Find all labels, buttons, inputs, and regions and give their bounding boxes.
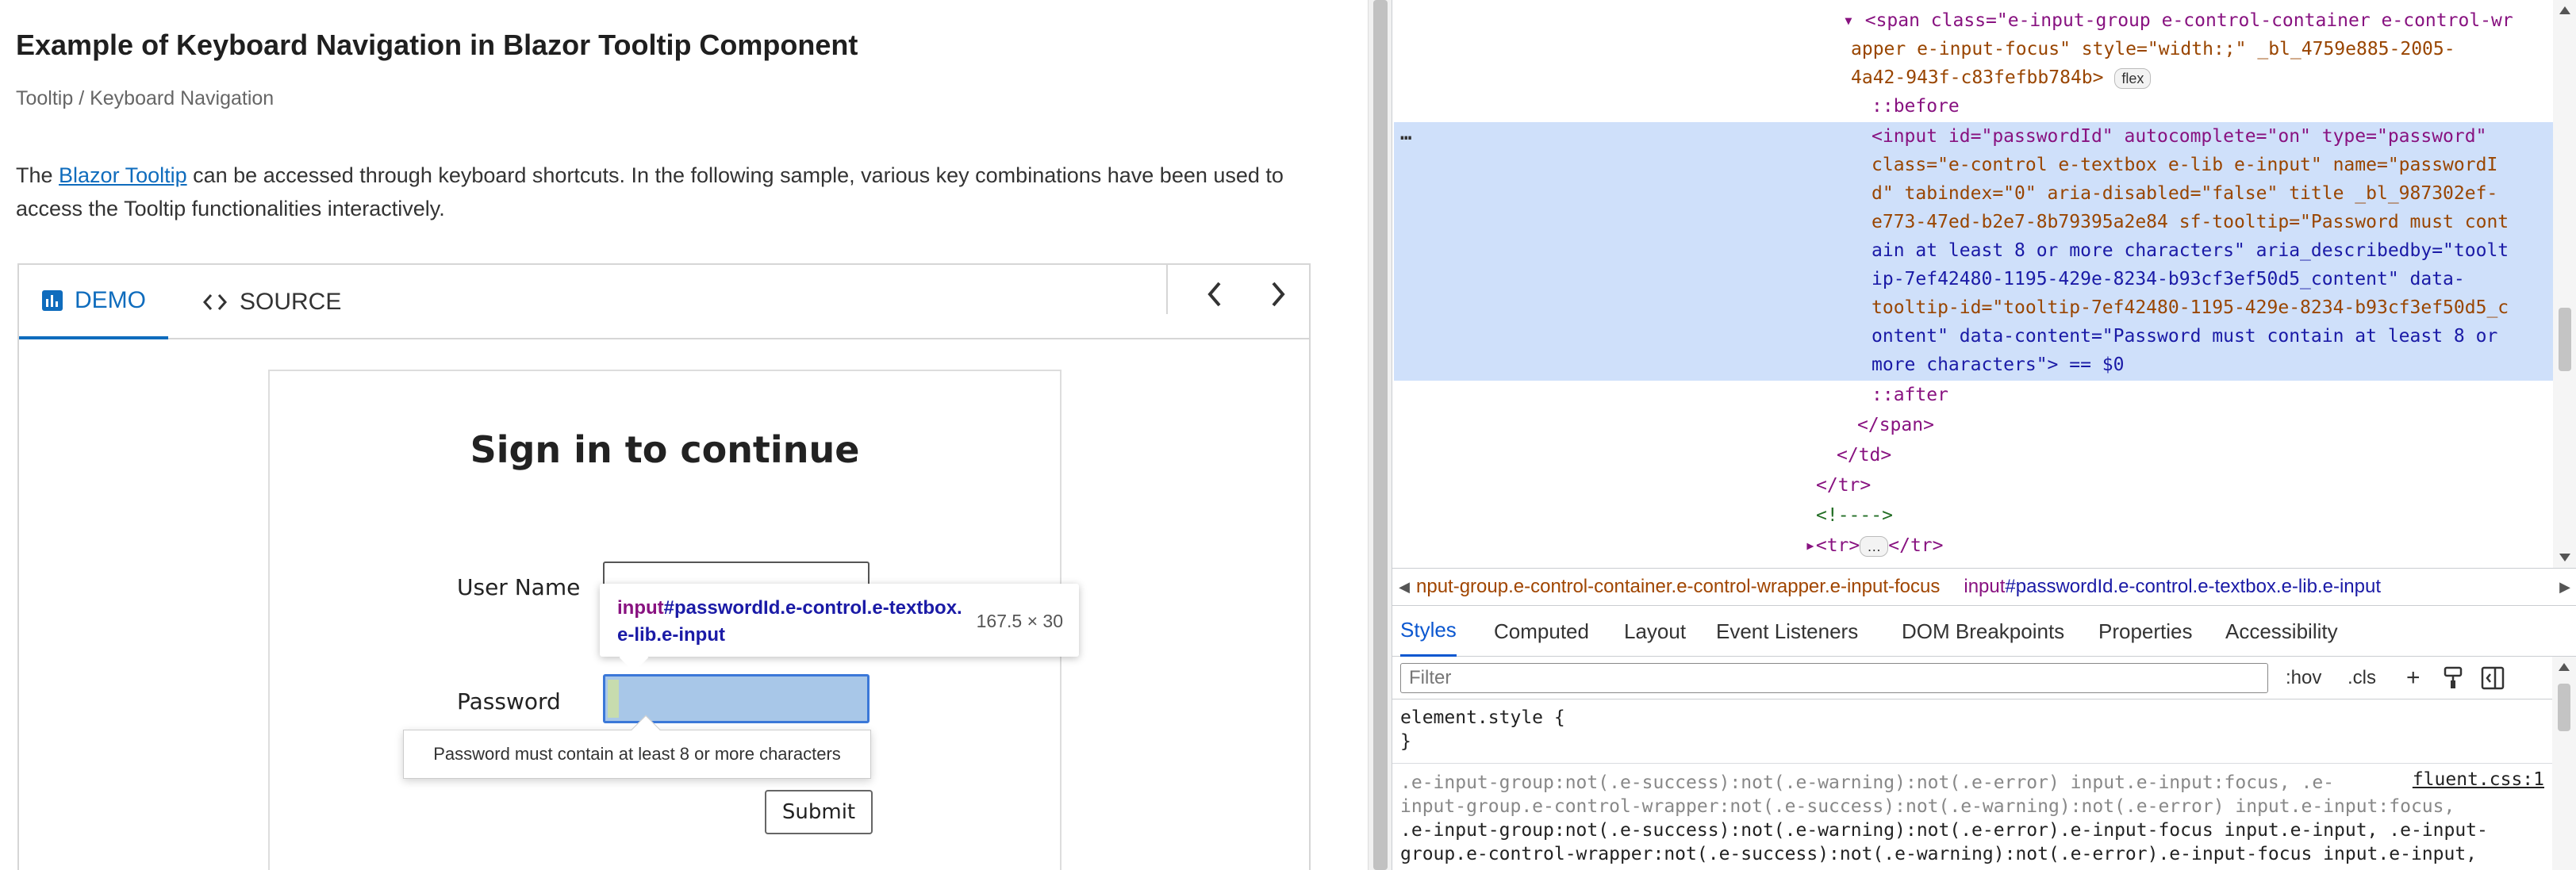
code-icon [202,291,228,313]
demo-tabbar: DEMO SOURCE [19,265,1309,339]
tab-layout[interactable]: Layout [1624,606,1686,657]
new-rule-button[interactable]: + [2406,663,2421,693]
scroll-down-icon[interactable] [2559,554,2570,561]
dom-line-span-open[interactable]: ▾ <span class="e-input-group e-control-c… [1843,6,2513,35]
password-field[interactable] [603,674,870,723]
styles-pane: element.style { } .e-input-group:not(.e-… [1392,699,2576,870]
tab-accessibility[interactable]: Accessibility [2225,606,2338,657]
chevron-left-icon[interactable] [1195,274,1234,314]
dom-line-before[interactable]: ::before [1872,92,1960,121]
submit-button[interactable]: Submit [765,790,873,834]
dom-line-input-9: more characters"> == $0 [1872,355,2125,375]
rule-selector-line-4: group.e-control-wrapper:not(.e-success):… [1400,844,2478,864]
dom-line-span-close[interactable]: </span> [1857,411,1934,439]
page-description: The Blazor Tooltip can be accessed throu… [16,159,1317,225]
inspect-selector: input#passwordId.e-control.e-textbox.e-l… [617,595,966,649]
dom-line-input-7: tooltip-id="tooltip-7ef42480-1195-429e-8… [1872,297,2509,318]
input-padding-highlight [608,680,619,718]
styles-scroll-up-icon[interactable] [2559,663,2570,671]
chevron-right-icon[interactable] [1258,274,1298,314]
breadcrumb: Tooltip / Keyboard Navigation [16,87,274,109]
chart-icon [41,289,63,312]
dom-line-span-cont2: 4a42-943f-c83fefbb784b> flex [1851,63,2152,92]
desc-text-before: The [16,163,60,187]
dom-line-tr-close[interactable]: </tr> [1816,471,1871,500]
password-label: Password [457,688,561,715]
inspect-classes: #passwordId.e-control.e-textbox.e-lib.e-… [617,597,962,646]
breadcrumb-right-icon[interactable]: ▶ [2553,579,2576,596]
styles-toolbar: Filter :hov .cls + [1392,657,2576,699]
breadcrumb-item-input[interactable]: input#passwordId.e-control.e-textbox.e-l… [1964,576,2381,598]
dom-line-input-3: d" tabindex="0" aria-disabled="false" ti… [1872,183,2498,204]
toggle-sidebar-icon[interactable] [2481,666,2505,699]
demo-panel: DEMO SOURCE Sign in to continue User Nam… [17,263,1311,870]
hov-toggle[interactable]: :hov [2286,663,2321,693]
dom-line-input-6: ip-7ef42480-1195-429e-8234-b93cf3ef50d5_… [1872,269,2465,289]
tab-computed[interactable]: Computed [1494,606,1589,657]
tab-demo-label: DEMO [75,287,146,313]
devtools-panel: … ▾ <span class="e-input-group e-control… [1392,0,2576,870]
cls-toggle[interactable]: .cls [2348,663,2376,693]
styles-scrollbar[interactable] [2552,657,2576,870]
tab-demo[interactable]: DEMO [19,265,168,339]
element-style-close: } [1400,731,1411,752]
inspect-element-tooltip: input#passwordId.e-control.e-textbox.e-l… [600,584,1079,673]
flex-badge[interactable]: flex [2114,68,2152,89]
tooltip-text: Password must contain at least 8 or more… [433,744,841,764]
node-menu-button[interactable]: … [1400,122,1411,144]
styles-tabbar: Styles Computed Layout Event Listeners D… [1392,606,2576,657]
tab-source-label: SOURCE [240,289,342,315]
page-scrollbar[interactable] [1368,0,1392,870]
dom-line-after[interactable]: ::after [1872,381,1948,409]
page-scrollbar-thumb[interactable] [1373,0,1388,870]
blazor-tooltip-link[interactable]: Blazor Tooltip [59,163,187,187]
collapsed-children-badge[interactable]: … [1860,536,1889,557]
dom-scrollbar[interactable] [2553,0,2576,568]
scroll-up-icon[interactable] [2559,6,2570,14]
dom-line-input-8: ontent" data-content="Password must cont… [1872,326,2498,347]
password-tooltip: Password must contain at least 8 or more… [403,715,871,779]
dom-line-input-1[interactable]: <input id="passwordId" autocomplete="on"… [1872,122,2486,151]
dom-line-td-close[interactable]: </td> [1837,441,1891,469]
breadcrumb-left-icon[interactable]: ◀ [1392,579,1416,596]
tab-source[interactable]: SOURCE [202,265,341,339]
dom-tree: … ▾ <span class="e-input-group e-control… [1392,0,2576,568]
desc-text-after: can be accessed through keyboard shortcu… [16,163,1284,220]
signin-heading: Sign in to continue [470,428,860,471]
paint-brush-icon[interactable] [2443,666,2463,699]
tab-properties[interactable]: Properties [2098,606,2193,657]
inspect-tag: input [617,597,664,619]
rule-divider [1392,763,2553,764]
rule-selector-line-3: .e-input-group:not(.e-success):not(.e-wa… [1400,820,2488,841]
sample-page: Example of Keyboard Navigation in Blazor… [0,0,1368,870]
styles-scrollbar-thumb[interactable] [2558,684,2570,731]
tab-styles[interactable]: Styles [1400,606,1457,657]
dom-line-input-2: class="e-control e-textbox e-lib e-input… [1872,155,2498,175]
inspect-dimensions: 167.5 × 30 [976,611,1063,631]
rule-selector-line-1: .e-input-group:not(.e-success):not(.e-wa… [1400,772,2335,793]
dom-line-input-5: ain at least 8 or more characters" aria_… [1872,240,2509,261]
dom-line-tr-collapsed[interactable]: ▸<tr>… </tr> [1805,531,1944,560]
element-style-rule[interactable]: element.style { [1400,706,1565,730]
dom-line-input-4: e773-47ed-b2e7-8b79395a2e84 sf-tooltip="… [1872,212,2509,232]
dom-scrollbar-thumb[interactable] [2559,308,2571,371]
tab-dom-breakpoints[interactable]: DOM Breakpoints [1902,606,2064,657]
breadcrumb-item-span[interactable]: nput-group.e-control-container.e-control… [1416,576,1940,598]
expand-triangle-icon[interactable]: ▾ [1843,10,1854,31]
rule-selector-line-2: input-group.e-control-wrapper:not(.e-suc… [1400,796,2455,817]
tab-event-listeners[interactable]: Event Listeners [1716,606,1858,657]
collapse-triangle-icon[interactable]: ▸ [1805,535,1816,556]
element-breadcrumbs: ◀ nput-group.e-control-container.e-contr… [1392,568,2576,606]
dom-line-span-cont1: apper e-input-focus" style="width:;" _bl… [1851,39,2455,59]
styles-filter-input[interactable]: Filter [1400,663,2268,693]
page-title: Example of Keyboard Navigation in Blazor… [16,29,858,61]
stylesheet-link[interactable]: fluent.css:1 [2413,769,2544,790]
nav-separator [1166,265,1168,314]
dom-line-comment[interactable]: <!----> [1816,501,1893,530]
username-label: User Name [457,574,581,600]
